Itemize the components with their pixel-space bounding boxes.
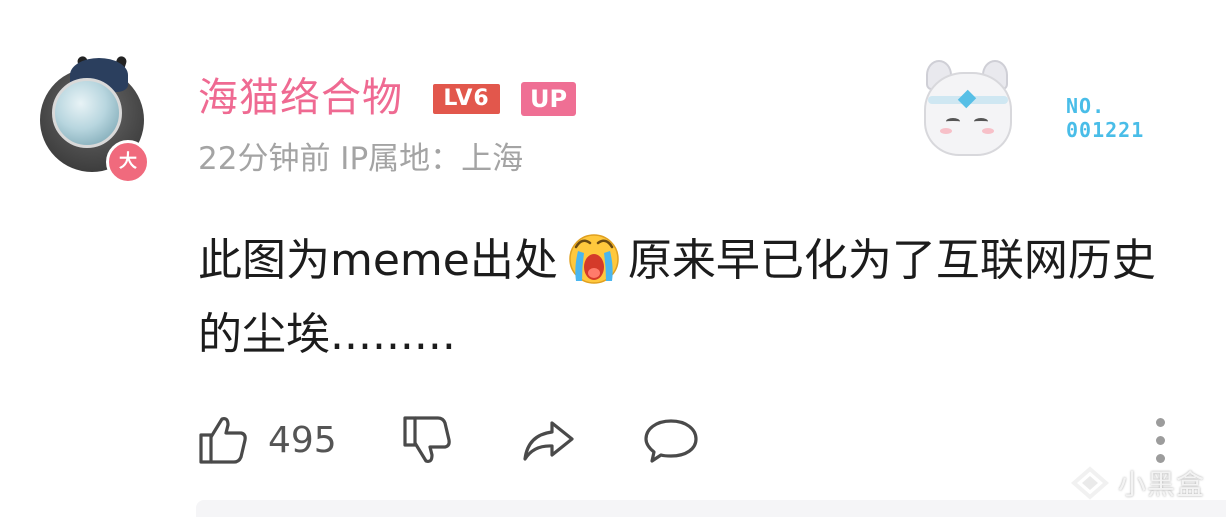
- share-arrow-icon: [523, 421, 574, 461]
- decoration-eye-left: [946, 118, 960, 125]
- xiaoheihe-logo-icon: [1070, 466, 1110, 500]
- dislike-button[interactable]: [400, 410, 454, 470]
- decoration-number: NO. 001221: [1066, 94, 1144, 142]
- comment-body: 此图为meme出处 原来早已化为了互联网历史的尘埃.........: [198, 224, 1158, 372]
- like-button[interactable]: 495: [196, 410, 337, 470]
- more-vertical-icon-dot2: [1156, 436, 1165, 445]
- comment-body-part1: 此图为meme出处: [198, 235, 558, 286]
- more-vertical-icon: [1156, 418, 1165, 427]
- up-badge: UP: [521, 82, 576, 116]
- more-vertical-icon-dot3: [1156, 454, 1165, 463]
- avatar-image: [52, 78, 122, 148]
- level-badge: LV6: [433, 84, 500, 114]
- watermark: 小黑盒: [1070, 463, 1205, 503]
- decoration-blush-right: [982, 128, 994, 134]
- thumbs-up-icon: [199, 417, 247, 464]
- decoration-face: [924, 72, 1012, 156]
- watermark-text: 小黑盒: [1118, 468, 1206, 501]
- avatar[interactable]: 大: [32, 55, 152, 184]
- crying-face-emoji: [569, 234, 619, 284]
- avatar-rank-badge: 大: [106, 140, 150, 184]
- like-count: 495: [268, 419, 337, 461]
- decoration-number-prefix: NO.: [1066, 94, 1106, 118]
- thumbs-down-icon: [403, 416, 451, 463]
- replies-panel: [196, 500, 1226, 517]
- share-button[interactable]: [520, 410, 576, 470]
- more-options-button[interactable]: [1151, 416, 1171, 466]
- username[interactable]: 海猫络合物: [198, 72, 403, 124]
- comment-card: 大 海猫络合物 LV6 UP 22分钟前 IP属地：上海 NO. 001221 …: [0, 0, 1228, 517]
- decoration-eye-right: [974, 118, 988, 125]
- reply-button[interactable]: [642, 410, 700, 470]
- comment-meta: 22分钟前 IP属地：上海: [198, 141, 524, 177]
- decoration-number-value: 001221: [1066, 118, 1145, 142]
- comment-bubble-icon: [644, 419, 698, 463]
- user-decoration: [916, 60, 1016, 164]
- decoration-blush-left: [940, 128, 952, 134]
